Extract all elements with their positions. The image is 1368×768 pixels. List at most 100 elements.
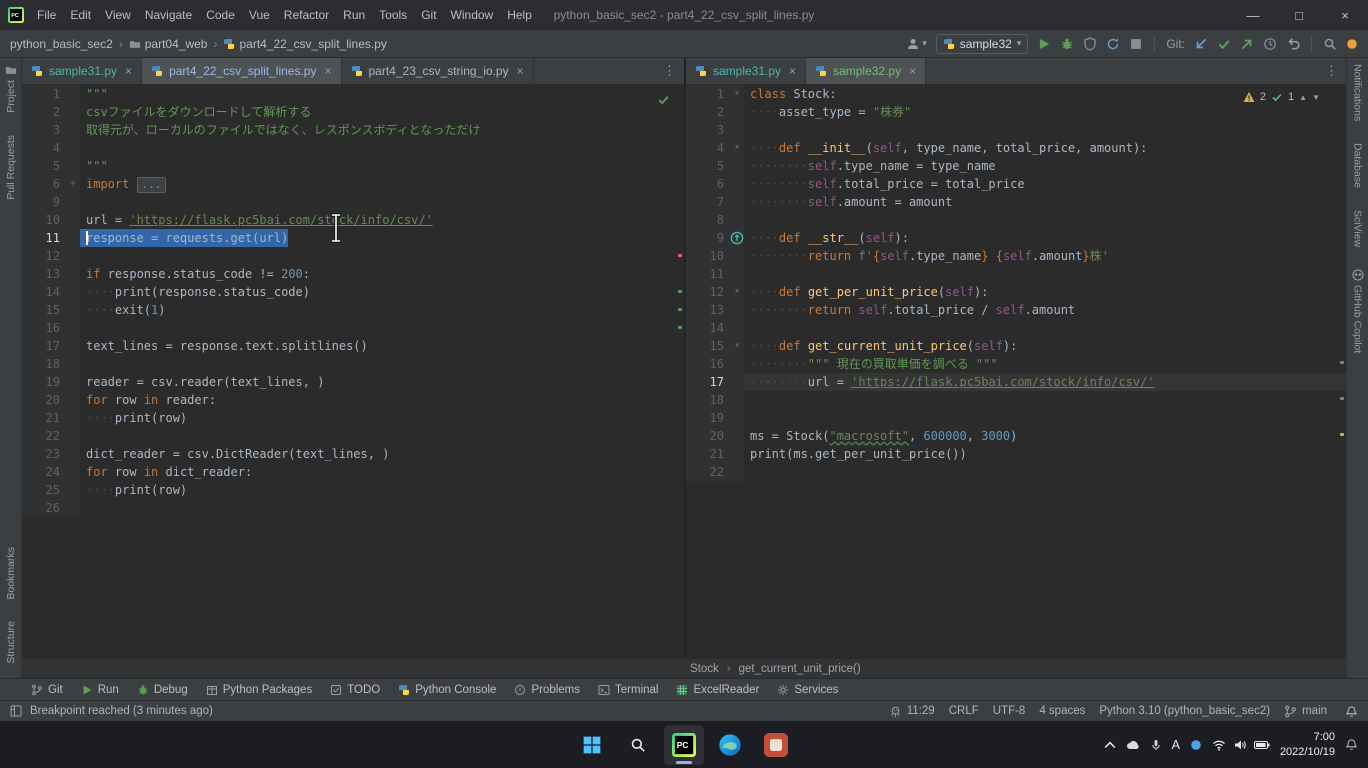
fold-marker[interactable] — [66, 481, 80, 499]
taskbar-edge-button[interactable] — [710, 725, 750, 765]
inspection-widget[interactable]: 2 1 ▲ ▼ — [1243, 91, 1320, 103]
tool-window-button-python-console[interactable]: Python Console — [389, 679, 505, 700]
fold-marker[interactable] — [66, 121, 80, 139]
code-line[interactable]: 26 — [22, 499, 684, 517]
fold-marker[interactable] — [66, 445, 80, 463]
fold-marker[interactable] — [730, 247, 744, 265]
code-line[interactable]: 9····def __str__(self): — [686, 229, 1346, 247]
prev-problem-icon[interactable]: ▲ — [1299, 93, 1307, 102]
fold-marker[interactable] — [66, 283, 80, 301]
breadcrumb-class[interactable]: Stock — [690, 663, 719, 675]
code-line[interactable]: 6········self.total_price = total_price — [686, 175, 1346, 193]
line-number[interactable]: 11 — [22, 229, 66, 247]
breadcrumb-method[interactable]: get_current_unit_price() — [739, 663, 861, 675]
line-number[interactable]: 9 — [686, 229, 730, 247]
fold-marker[interactable] — [730, 355, 744, 373]
code-line[interactable]: 15▾····def get_current_unit_price(self): — [686, 337, 1346, 355]
tool-window-button-terminal[interactable]: Terminal — [589, 679, 667, 700]
line-number[interactable]: 5 — [686, 157, 730, 175]
line-number[interactable]: 6 — [22, 175, 66, 193]
line-number[interactable]: 4 — [22, 139, 66, 157]
menu-git[interactable]: Git — [414, 0, 443, 30]
line-number[interactable]: 16 — [686, 355, 730, 373]
bluetooth-icon[interactable] — [1190, 739, 1202, 751]
code-line[interactable]: 22 — [686, 463, 1346, 481]
tab-part4-22-csv-split-lines-py[interactable]: part4_22_csv_split_lines.py× — [142, 58, 341, 84]
line-number[interactable]: 24 — [22, 463, 66, 481]
error-stripe-mark[interactable] — [1340, 433, 1344, 436]
code-line[interactable]: 2····asset_type = "株券" — [686, 103, 1346, 121]
code-line[interactable]: 10url = 'https://flask.pc5bai.com/stock/… — [22, 211, 684, 229]
error-stripe-mark[interactable] — [678, 254, 682, 257]
menu-help[interactable]: Help — [500, 0, 539, 30]
close-button[interactable]: × — [1322, 0, 1368, 30]
line-number[interactable]: 20 — [22, 391, 66, 409]
status-message[interactable]: Breakpoint reached (3 minutes ago) — [30, 705, 213, 717]
fold-marker[interactable] — [730, 103, 744, 121]
line-number[interactable]: 15 — [22, 301, 66, 319]
fold-marker[interactable]: ▾ — [730, 283, 744, 301]
notifications-bell-icon[interactable] — [1345, 705, 1358, 718]
error-stripe-mark[interactable] — [678, 290, 682, 293]
code-line[interactable]: 16········""" 現在の買取単価を調べる """ — [686, 355, 1346, 373]
code-line[interactable]: 8 — [686, 211, 1346, 229]
fold-marker[interactable] — [66, 373, 80, 391]
line-number[interactable]: 25 — [22, 481, 66, 499]
fold-marker[interactable] — [730, 445, 744, 463]
notification-dot-icon[interactable] — [1346, 38, 1358, 50]
fold-marker[interactable] — [730, 409, 744, 427]
git-commit-button[interactable] — [1217, 37, 1231, 51]
fold-marker[interactable] — [66, 157, 80, 175]
line-number[interactable]: 17 — [22, 337, 66, 355]
code-editor-left[interactable]: 1"""2csvファイルをダウンロードして解析する3取得元が、ローカルのファイル… — [22, 85, 684, 658]
code-line[interactable]: 23dict_reader = csv.DictReader(text_line… — [22, 445, 684, 463]
tool-window-button-structure[interactable]: Structure — [5, 621, 17, 664]
tool-window-button-bookmarks[interactable]: Bookmarks — [5, 547, 17, 600]
fold-marker[interactable] — [66, 319, 80, 337]
status-item-11-29[interactable]: 11:29 — [889, 705, 935, 718]
code-line[interactable]: 12▾····def get_per_unit_price(self): — [686, 283, 1346, 301]
code-line[interactable]: 4 — [22, 139, 684, 157]
fold-marker[interactable] — [730, 175, 744, 193]
code-line[interactable]: 20for row in reader: — [22, 391, 684, 409]
code-line[interactable]: 13if response.status_code != 200: — [22, 265, 684, 283]
fold-marker[interactable] — [730, 463, 744, 481]
tab-sample32-py[interactable]: sample32.py× — [806, 58, 926, 84]
line-number[interactable]: 23 — [22, 445, 66, 463]
tool-window-button-notifications[interactable]: Notifications — [1352, 64, 1364, 121]
fold-marker[interactable] — [730, 373, 744, 391]
fold-marker[interactable]: ▾ — [730, 85, 744, 103]
notification-center-icon[interactable] — [1345, 738, 1358, 751]
code-line[interactable]: 5""" — [22, 157, 684, 175]
code-line[interactable]: 17text_lines = response.text.splitlines(… — [22, 337, 684, 355]
line-number[interactable]: 15 — [686, 337, 730, 355]
code-line[interactable]: 4▾····def __init__(self, type_name, tota… — [686, 139, 1346, 157]
line-number[interactable]: 8 — [686, 211, 730, 229]
coverage-button[interactable] — [1083, 37, 1097, 51]
line-number[interactable]: 3 — [686, 121, 730, 139]
code-line[interactable]: 1""" — [22, 85, 684, 103]
fold-marker[interactable] — [66, 427, 80, 445]
line-number[interactable]: 13 — [22, 265, 66, 283]
code-line[interactable]: 2csvファイルをダウンロードして解析する — [22, 103, 684, 121]
breadcrumb-item-part4-22-csv-split-lines-py[interactable]: part4_22_csv_split_lines.py — [223, 37, 386, 51]
tool-window-button-pull-requests[interactable]: Pull Requests — [5, 135, 17, 200]
line-number[interactable]: 18 — [686, 391, 730, 409]
tool-window-button-services[interactable]: Services — [768, 679, 847, 700]
close-icon[interactable]: × — [789, 64, 796, 78]
fold-marker[interactable] — [66, 463, 80, 481]
menu-file[interactable]: File — [30, 0, 63, 30]
line-number[interactable]: 13 — [686, 301, 730, 319]
menu-refactor[interactable]: Refactor — [277, 0, 336, 30]
status-item-crlf[interactable]: CRLF — [949, 705, 979, 717]
profiler-button[interactable] — [1106, 37, 1120, 51]
fold-marker[interactable] — [66, 193, 80, 211]
user-menu[interactable]: ▾ — [906, 37, 927, 51]
menu-tools[interactable]: Tools — [372, 0, 414, 30]
tool-window-button-excelreader[interactable]: ExcelReader — [667, 679, 768, 700]
code-line[interactable]: 22 — [22, 427, 684, 445]
fold-marker[interactable] — [730, 427, 744, 445]
code-line[interactable]: 20ms = Stock("macrosoft", 600000, 3000) — [686, 427, 1346, 445]
fold-marker[interactable] — [66, 85, 80, 103]
onedrive-icon[interactable] — [1126, 738, 1140, 752]
